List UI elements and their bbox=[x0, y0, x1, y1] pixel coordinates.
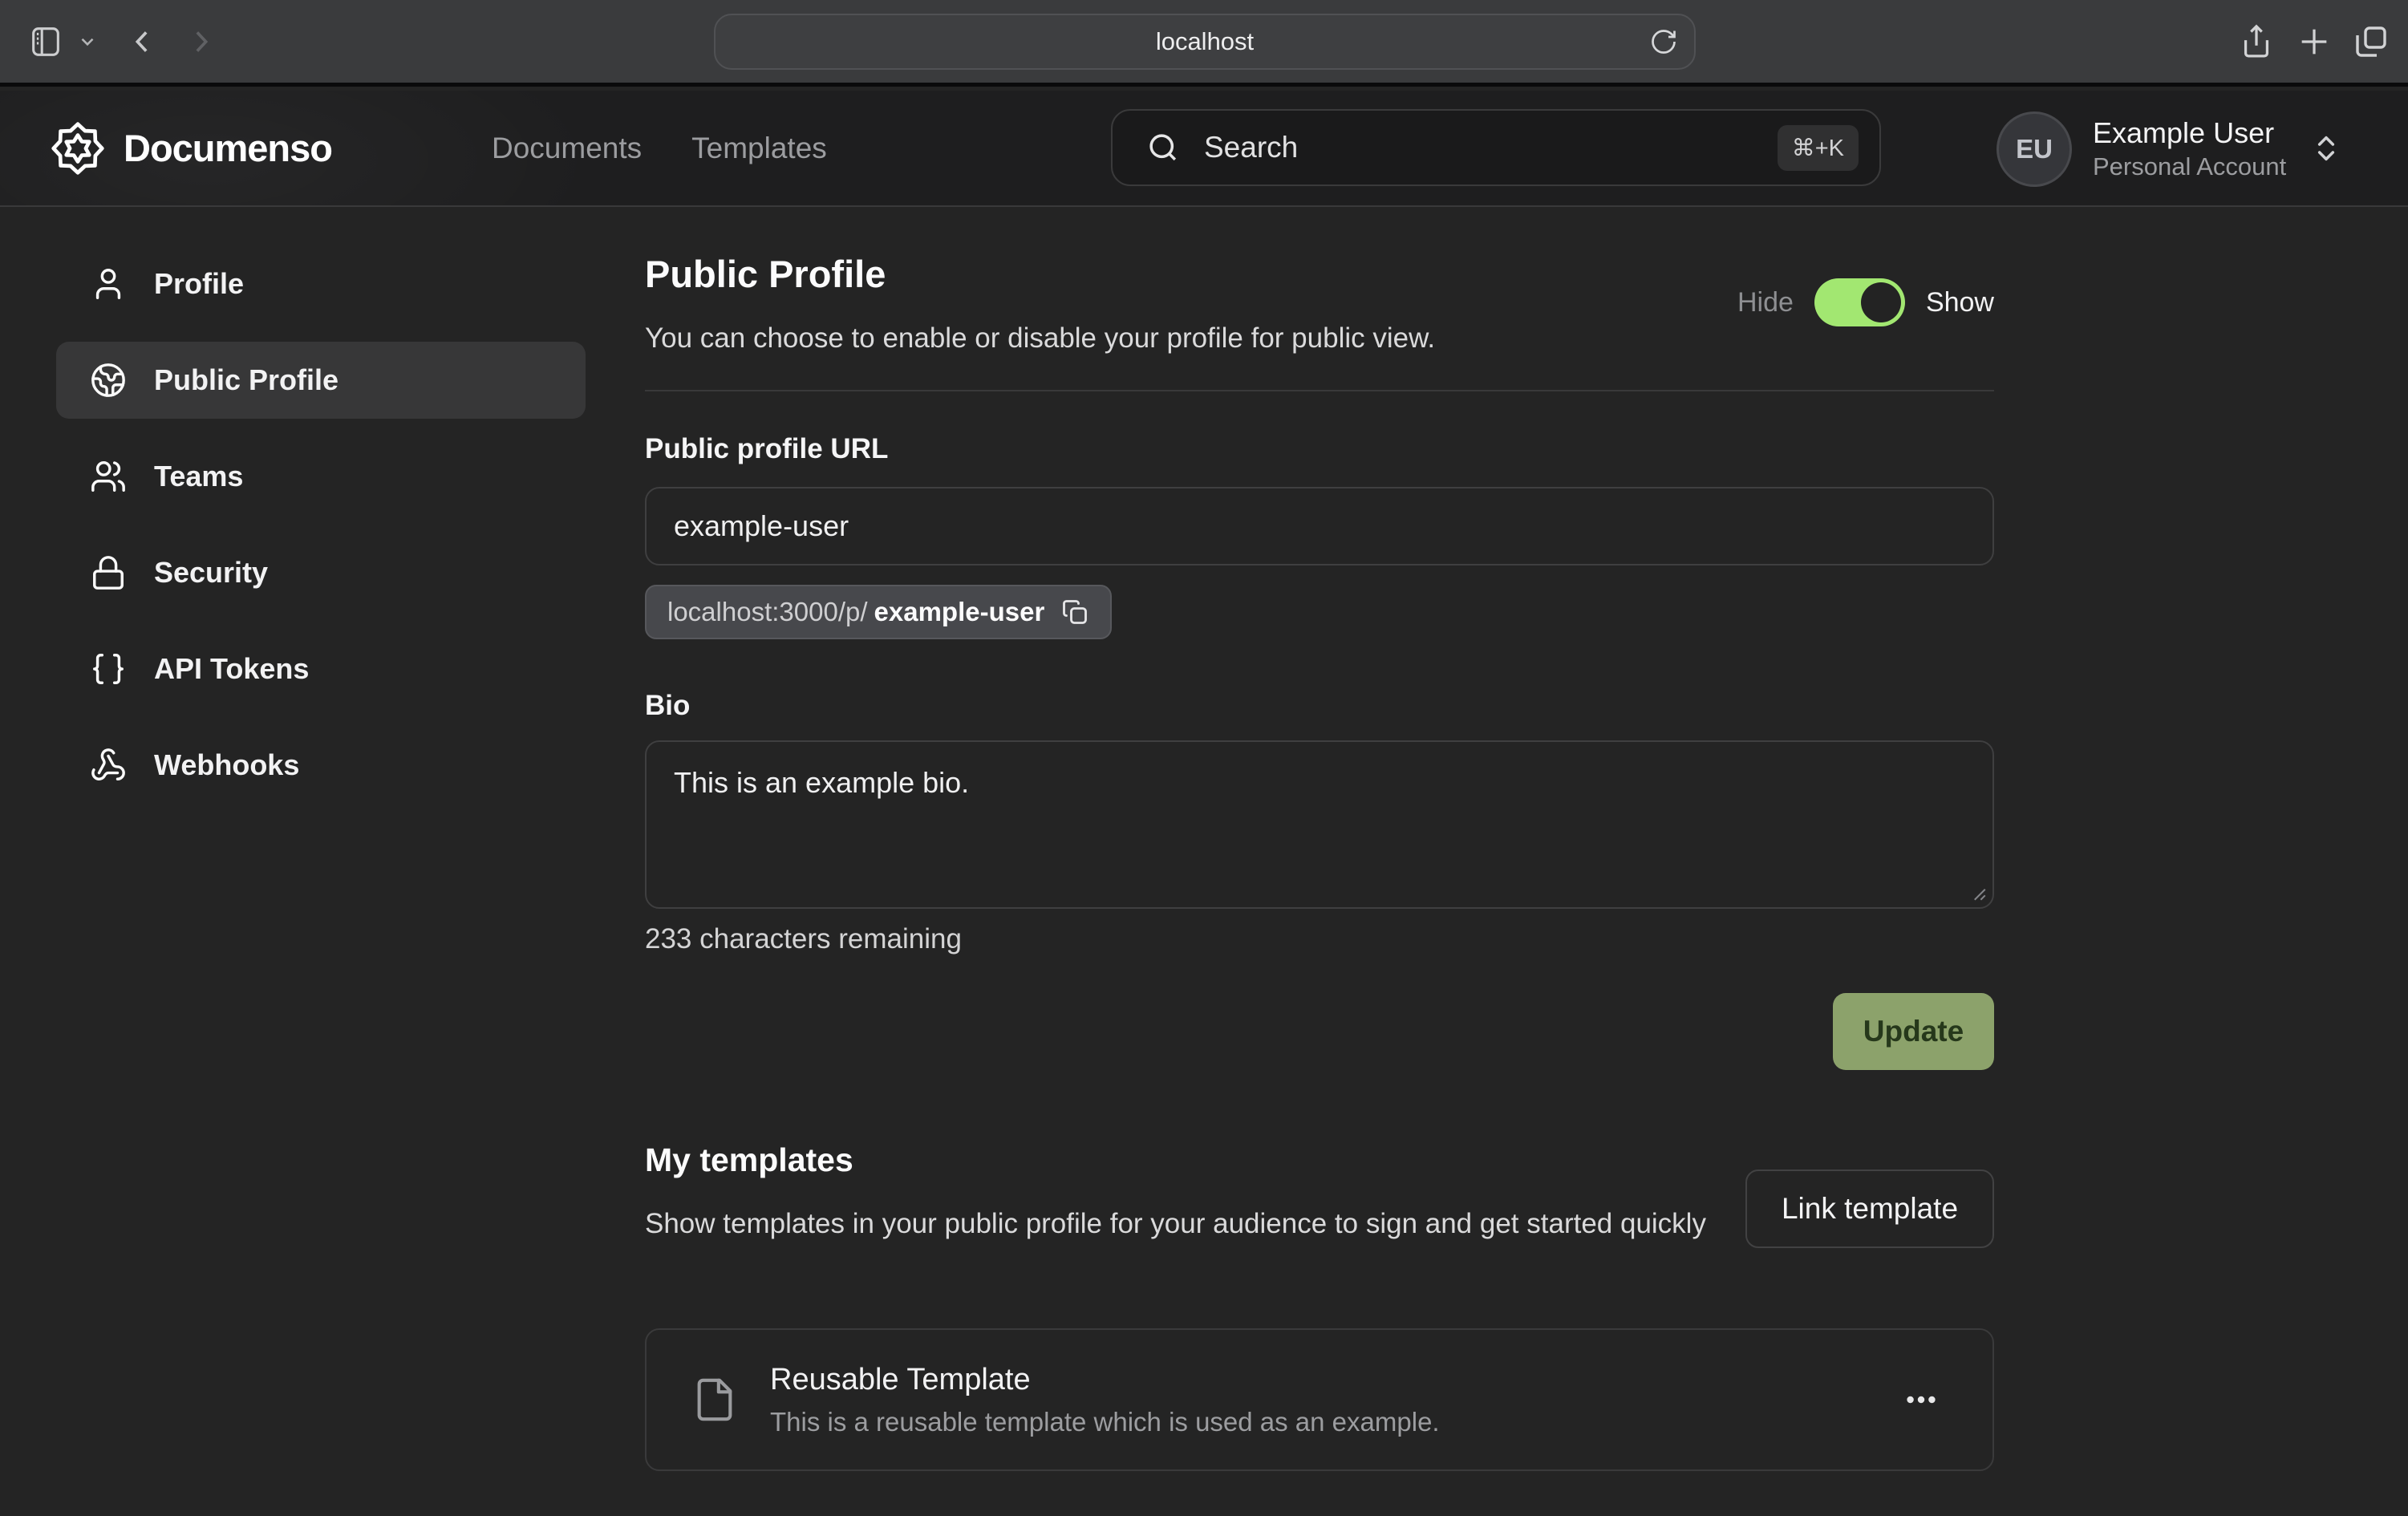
sidebar-item-label: API Tokens bbox=[154, 652, 309, 686]
chevrons-up-down-icon bbox=[2310, 132, 2342, 164]
toggle-show-label: Show bbox=[1926, 287, 1994, 318]
sidebar-item-label: Security bbox=[154, 556, 268, 590]
template-description: This is a reusable template which is use… bbox=[770, 1407, 1440, 1437]
bio-field-label: Bio bbox=[645, 690, 690, 722]
file-icon bbox=[691, 1376, 738, 1423]
public-url-copy-badge[interactable]: localhost:3000/p/ example-user bbox=[645, 585, 1112, 639]
main-nav: Documents Templates bbox=[492, 91, 827, 205]
template-title: Reusable Template bbox=[770, 1363, 1440, 1397]
user-text: Example User Personal Account bbox=[2093, 111, 2286, 183]
public-profile-url-input[interactable] bbox=[645, 487, 1994, 565]
ellipsis-icon[interactable] bbox=[1895, 1373, 1948, 1426]
nav-templates[interactable]: Templates bbox=[691, 132, 827, 165]
copy-icon bbox=[1060, 598, 1089, 626]
link-template-button[interactable]: Link template bbox=[1745, 1169, 1994, 1248]
resize-grip-icon[interactable] bbox=[1967, 882, 1988, 902]
search-shortcut-badge: ⌘+K bbox=[1778, 125, 1859, 171]
profile-visibility-toggle[interactable] bbox=[1814, 278, 1905, 326]
divider bbox=[645, 390, 1994, 391]
search-box[interactable]: ⌘+K bbox=[1111, 109, 1881, 186]
address-bar-url: localhost bbox=[1156, 27, 1254, 56]
share-icon[interactable] bbox=[2238, 23, 2275, 60]
search-icon bbox=[1146, 131, 1180, 164]
users-icon bbox=[90, 458, 127, 495]
sidebar-item-label: Public Profile bbox=[154, 363, 338, 397]
tab-chooser-chevron-icon[interactable] bbox=[77, 31, 98, 52]
public-url-slug: example-user bbox=[874, 597, 1045, 627]
brand-name: Documenso bbox=[124, 126, 332, 170]
bio-textarea[interactable]: This is an example bio. bbox=[645, 740, 1994, 909]
update-button[interactable]: Update bbox=[1833, 993, 1994, 1070]
sidebar-item-teams[interactable]: Teams bbox=[56, 438, 586, 515]
tab-overview-icon[interactable] bbox=[2352, 22, 2390, 61]
sidebar-toggle-icon[interactable] bbox=[27, 23, 64, 60]
brand[interactable]: Documenso bbox=[51, 122, 332, 175]
url-field-label: Public profile URL bbox=[645, 433, 888, 465]
page-description: You can choose to enable or disable your… bbox=[645, 322, 1435, 355]
webhook-icon bbox=[90, 747, 127, 784]
toggle-knob bbox=[1861, 282, 1901, 322]
template-card: Reusable Template This is a reusable tem… bbox=[645, 1328, 1994, 1471]
sidebar-item-label: Webhooks bbox=[154, 748, 299, 782]
app-header: Documenso Documents Templates ⌘+K EU Exa… bbox=[0, 91, 2408, 207]
my-templates-title: My templates bbox=[645, 1141, 853, 1179]
sidebar-item-api-tokens[interactable]: API Tokens bbox=[56, 630, 586, 707]
documenso-badge-icon bbox=[51, 122, 104, 175]
characters-remaining: 233 characters remaining bbox=[645, 923, 962, 955]
back-icon[interactable] bbox=[127, 26, 159, 58]
reload-icon[interactable] bbox=[1649, 27, 1678, 56]
sidebar-item-security[interactable]: Security bbox=[56, 534, 586, 611]
new-tab-icon[interactable] bbox=[2296, 23, 2333, 60]
address-bar[interactable]: localhost bbox=[714, 14, 1696, 70]
lock-icon bbox=[90, 554, 127, 591]
user-menu[interactable]: EU Example User Personal Account bbox=[1997, 111, 2342, 187]
public-url-prefix: localhost:3000/p/ bbox=[667, 597, 868, 627]
user-icon bbox=[90, 266, 127, 302]
sidebar-item-profile[interactable]: Profile bbox=[56, 245, 586, 322]
visibility-toggle-row: Hide Show bbox=[1737, 278, 1994, 327]
search-input[interactable] bbox=[1204, 131, 1778, 164]
settings-sidebar: Profile Public Profile Teams Sec bbox=[56, 245, 586, 823]
template-card-text: Reusable Template This is a reusable tem… bbox=[770, 1363, 1440, 1437]
bio-field-wrap: This is an example bio. bbox=[645, 740, 1994, 909]
sidebar-item-label: Profile bbox=[154, 267, 244, 301]
sidebar-item-webhooks[interactable]: Webhooks bbox=[56, 727, 586, 804]
braces-icon bbox=[90, 651, 127, 687]
globe-icon bbox=[90, 362, 127, 399]
sidebar-item-label: Teams bbox=[154, 460, 243, 493]
my-templates-description: Show templates in your public profile fo… bbox=[645, 1203, 1744, 1244]
user-account-type: Personal Account bbox=[2093, 151, 2286, 183]
sidebar-item-public-profile[interactable]: Public Profile bbox=[56, 342, 586, 419]
forward-icon[interactable] bbox=[184, 26, 217, 58]
browser-chrome: localhost bbox=[0, 0, 2408, 87]
toggle-hide-label: Hide bbox=[1737, 287, 1794, 318]
page-title: Public Profile bbox=[645, 252, 886, 296]
nav-documents[interactable]: Documents bbox=[492, 132, 642, 165]
user-name: Example User bbox=[2093, 116, 2286, 151]
avatar: EU bbox=[1997, 111, 2072, 187]
